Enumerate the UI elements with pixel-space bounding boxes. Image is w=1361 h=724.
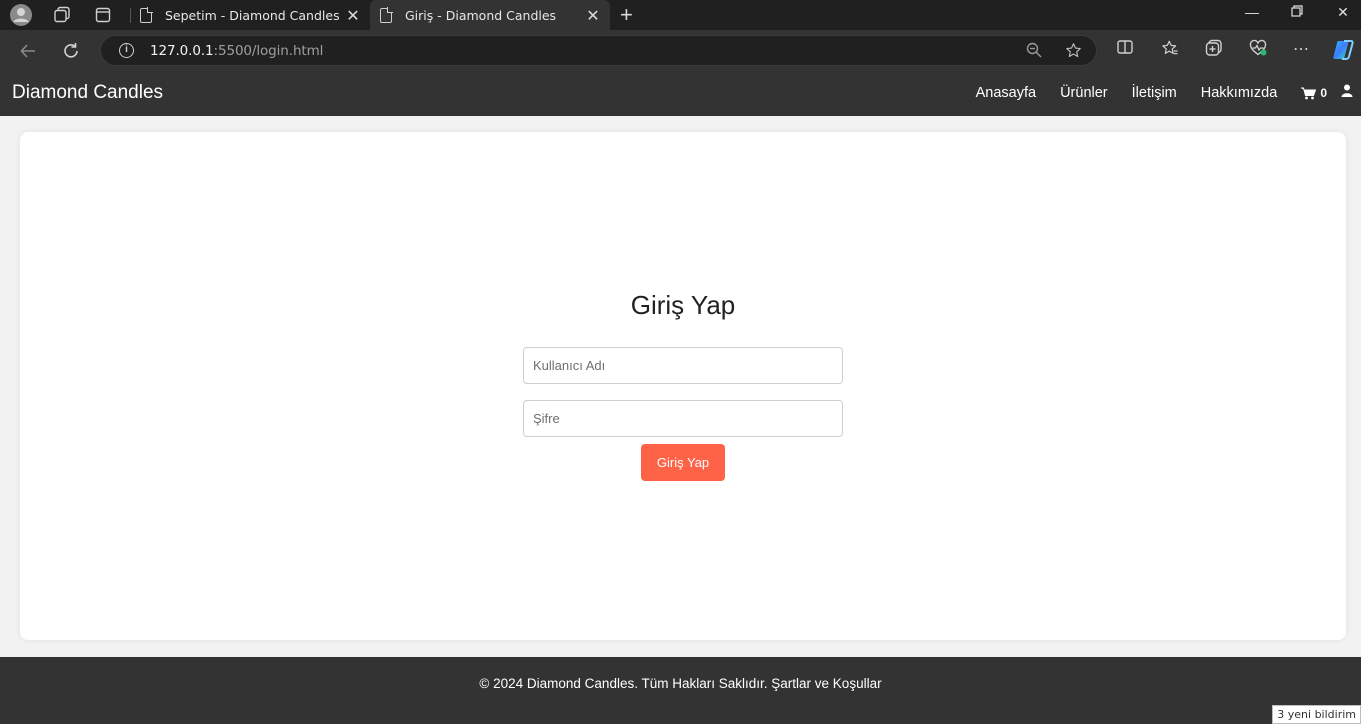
login-submit-button[interactable]: Giriş Yap — [641, 444, 725, 481]
reload-icon[interactable] — [58, 38, 84, 64]
close-tab-icon[interactable]: ✕ — [584, 6, 602, 25]
browser-toolbar: i 127.0.0.1:5500/login.html ⋯ — [0, 30, 1361, 70]
cart-link[interactable]: 0 — [1301, 86, 1327, 100]
login-card: Giriş Yap Giriş Yap — [20, 132, 1346, 640]
close-window-icon[interactable]: ✕ — [1328, 4, 1358, 21]
collections-icon[interactable] — [1202, 39, 1226, 62]
footer-text: © 2024 Diamond Candles. Tüm Hakları Sakl… — [0, 676, 1361, 691]
restore-icon[interactable] — [1282, 4, 1312, 20]
cart-icon — [1301, 87, 1317, 99]
close-tab-icon[interactable]: ✕ — [344, 6, 362, 25]
more-options-icon[interactable]: ⋯ — [1289, 39, 1313, 59]
address-bar[interactable]: i 127.0.0.1:5500/login.html — [100, 35, 1097, 66]
brand-logo-text[interactable]: Diamond Candles — [12, 82, 163, 104]
zoom-icon[interactable] — [1026, 42, 1042, 62]
page-icon — [140, 6, 153, 23]
workspaces-icon[interactable] — [50, 3, 74, 27]
username-input[interactable] — [523, 347, 843, 384]
nav-link-anasayfa[interactable]: Anasayfa — [976, 85, 1036, 101]
site-navbar: Diamond Candles Anasayfa Ürünler İletişi… — [0, 70, 1361, 116]
back-arrow-icon[interactable] — [15, 38, 41, 64]
user-account-icon[interactable] — [1341, 84, 1353, 102]
copyright-text: © 2024 Diamond Candles. Tüm Hakları Sakl… — [479, 676, 768, 691]
tab-actions-icon[interactable] — [91, 3, 115, 27]
url-text[interactable]: 127.0.0.1:5500/login.html — [150, 43, 323, 59]
tab-sepetim[interactable]: Sepetim - Diamond Candles ✕ — [130, 0, 370, 30]
tab-giris[interactable]: Giriş - Diamond Candles ✕ — [370, 0, 610, 30]
copilot-icon[interactable] — [1331, 38, 1355, 67]
profile-avatar-icon[interactable] — [9, 3, 33, 27]
favorites-icon[interactable] — [1158, 39, 1182, 62]
site-footer: © 2024 Diamond Candles. Tüm Hakları Sakl… — [0, 657, 1361, 724]
tab-title: Giriş - Diamond Candles — [405, 7, 557, 23]
nav-links: Anasayfa Ürünler İletişim Hakkımızda 0 — [976, 70, 1361, 116]
password-input[interactable] — [523, 400, 843, 437]
cart-count: 0 — [1320, 86, 1327, 100]
minimize-icon[interactable]: — — [1237, 4, 1267, 20]
favorite-star-icon[interactable] — [1065, 42, 1082, 63]
terms-link[interactable]: Şartlar ve Koşullar — [771, 676, 881, 691]
page-icon — [380, 6, 393, 23]
notification-badge[interactable]: 3 yeni bildirim — [1272, 705, 1361, 724]
split-screen-icon[interactable] — [1113, 39, 1137, 60]
nav-link-urunler[interactable]: Ürünler — [1060, 85, 1108, 101]
login-title: Giriş Yap — [630, 290, 736, 320]
browser-tab-bar: Sepetim - Diamond Candles ✕ Giriş - Diam… — [0, 0, 1361, 30]
browser-essentials-icon[interactable] — [1246, 39, 1270, 62]
tab-title: Sepetim - Diamond Candles — [165, 7, 340, 23]
nav-link-hakkimizda[interactable]: Hakkımızda — [1201, 85, 1278, 101]
nav-link-iletisim[interactable]: İletişim — [1132, 85, 1177, 101]
main-content: Giriş Yap Giriş Yap — [4, 116, 1361, 657]
new-tab-plus-icon[interactable]: + — [620, 2, 633, 28]
web-page: Diamond Candles Anasayfa Ürünler İletişi… — [0, 70, 1361, 724]
site-info-icon[interactable]: i — [119, 43, 134, 58]
